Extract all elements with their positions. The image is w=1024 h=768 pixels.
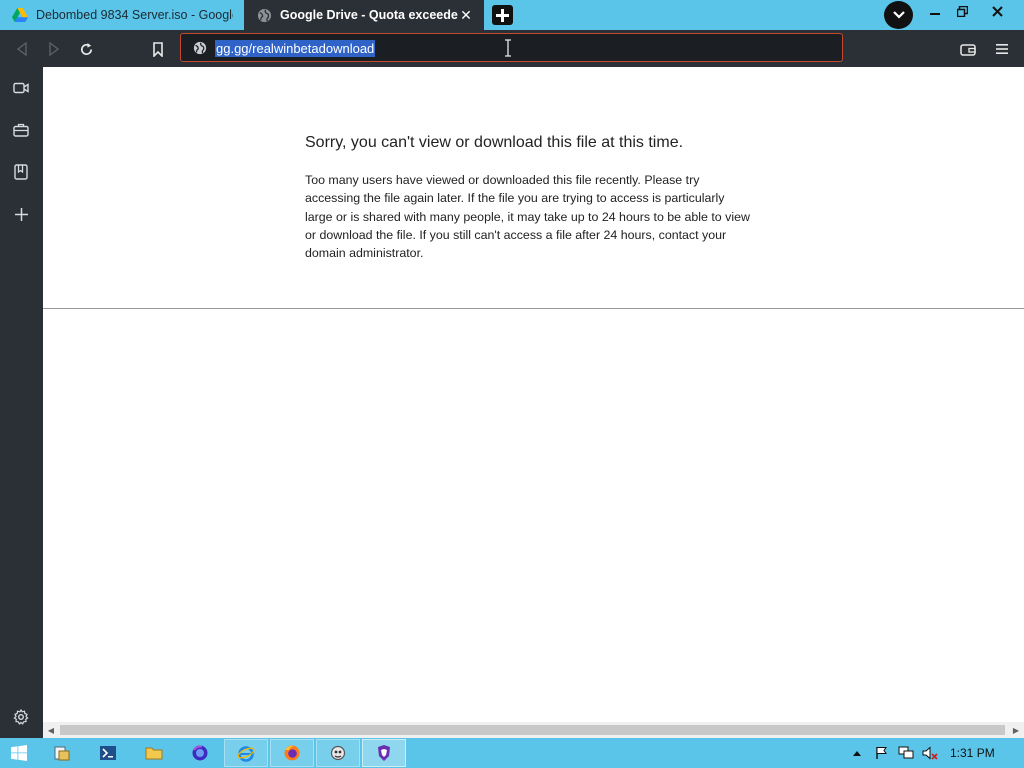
system-clock[interactable]: 1:31 PM	[950, 746, 995, 760]
horizontal-scrollbar[interactable]: ◀ ▶	[43, 722, 1024, 738]
globe-icon	[256, 7, 272, 23]
hamburger-menu-icon	[996, 44, 1008, 54]
back-button[interactable]	[12, 39, 32, 59]
folder-icon	[145, 747, 163, 760]
divider	[43, 308, 1024, 309]
network-icon	[898, 746, 914, 759]
tray-volume[interactable]	[920, 738, 940, 768]
volume-muted-icon	[922, 746, 938, 760]
minimize-button[interactable]	[921, 0, 949, 22]
sidebar-item-add[interactable]	[11, 204, 31, 224]
chevron-down-icon	[892, 11, 905, 19]
reload-button[interactable]	[76, 39, 96, 59]
powershell-icon	[100, 746, 116, 760]
firefox-nightly-icon	[192, 745, 208, 761]
forward-arrow-icon	[49, 42, 60, 56]
sidebar	[0, 67, 43, 738]
page-content: Sorry, you can't view or download this f…	[43, 67, 1024, 722]
video-icon	[13, 82, 29, 94]
windows-start-icon	[11, 745, 27, 761]
settings-icon	[13, 709, 29, 725]
sidebar-item-bookmarks[interactable]	[11, 162, 31, 182]
tab-google-drive[interactable]: Debombed 9834 Server.iso - Google Drive	[0, 0, 243, 30]
sidebar-item-video[interactable]	[11, 78, 31, 98]
menu-button[interactable]	[992, 39, 1012, 59]
taskbar: 1:31 PM	[0, 738, 1024, 768]
add-icon	[14, 207, 28, 221]
bookmarks-icon	[14, 164, 28, 180]
restore-button[interactable]	[948, 0, 976, 22]
text-cursor-icon	[504, 39, 512, 57]
scroll-left-arrow-icon[interactable]: ◀	[43, 722, 59, 738]
taskbar-firefox[interactable]	[270, 739, 314, 767]
plus-icon	[496, 8, 509, 22]
internet-explorer-icon	[237, 746, 255, 762]
bookmark-icon	[153, 41, 163, 57]
url-text[interactable]: gg.gg/realwinbetadownload	[215, 40, 376, 57]
scrollbar-thumb[interactable]	[60, 725, 1005, 735]
close-window-button[interactable]	[975, 0, 1020, 22]
chevron-up-icon	[853, 751, 861, 756]
google-drive-icon	[12, 7, 28, 23]
taskbar-folder[interactable]	[132, 739, 176, 767]
tray-overflow-button[interactable]	[850, 738, 864, 768]
error-heading: Sorry, you can't view or download this f…	[305, 134, 684, 151]
site-info-icon[interactable]	[192, 40, 208, 56]
tray-network[interactable]	[896, 738, 916, 768]
taskbar-internet-explorer[interactable]	[224, 739, 268, 767]
start-button[interactable]	[0, 739, 38, 767]
tab-title: Google Drive - Quota exceeded	[280, 8, 458, 22]
browser-toolbar: gg.gg/realwinbetadownload	[0, 30, 1024, 67]
back-arrow-icon	[16, 42, 27, 56]
tab-quota-exceeded[interactable]: Google Drive - Quota exceeded ✕	[244, 0, 484, 30]
tab-strip: Debombed 9834 Server.iso - Google Drive …	[0, 0, 1024, 30]
taskbar-browser[interactable]	[362, 739, 406, 767]
bookmark-button[interactable]	[148, 39, 168, 59]
taskbar-powershell[interactable]	[86, 739, 130, 767]
taskbar-tool[interactable]	[316, 739, 360, 767]
restore-icon	[956, 5, 968, 17]
close-tab-icon[interactable]: ✕	[458, 7, 474, 23]
taskbar-firefox-nightly[interactable]	[178, 739, 222, 767]
sidebar-item-wallet[interactable]	[11, 120, 31, 140]
wallet-icon	[960, 43, 976, 56]
address-bar[interactable]: gg.gg/realwinbetadownload	[180, 33, 843, 62]
browser-icon	[378, 745, 390, 761]
tab-title: Debombed 9834 Server.iso - Google Drive	[36, 8, 233, 22]
close-icon	[992, 5, 1003, 17]
minimize-icon	[930, 13, 940, 15]
scroll-right-arrow-icon[interactable]: ▶	[1008, 722, 1024, 738]
flag-icon	[876, 747, 887, 759]
forward-button[interactable]	[44, 39, 64, 59]
tool-icon	[330, 745, 346, 761]
error-message: Too many users have viewed or downloaded…	[305, 173, 750, 261]
briefcase-icon	[13, 123, 29, 137]
taskbar-file-explorer[interactable]	[40, 739, 84, 767]
new-tab-button[interactable]	[492, 5, 513, 25]
tab-list-button[interactable]	[884, 1, 913, 29]
wallet-button[interactable]	[958, 39, 978, 59]
reload-icon	[80, 42, 92, 55]
file-explorer-icon	[54, 746, 70, 761]
sidebar-settings[interactable]	[11, 707, 31, 727]
firefox-icon	[284, 745, 300, 761]
tray-action-center[interactable]	[872, 738, 892, 768]
